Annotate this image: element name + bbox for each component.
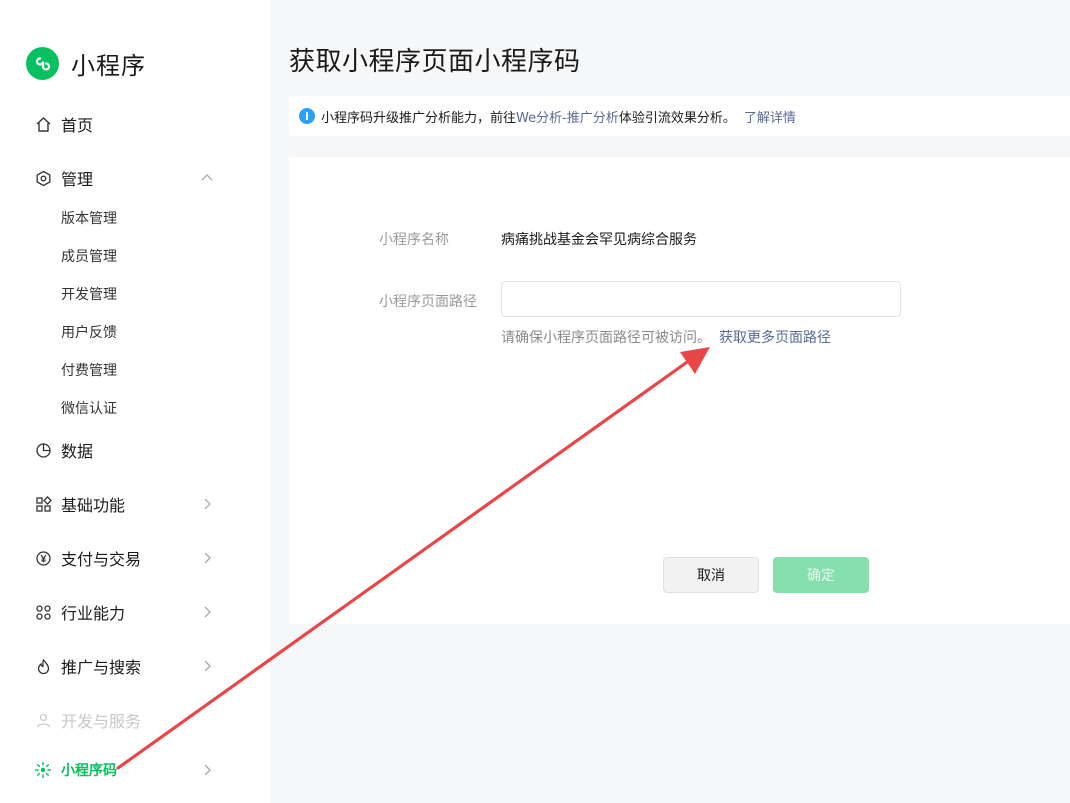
miniprogram-logo-icon bbox=[26, 47, 59, 80]
notice-text-after: 体验引流效果分析。 bbox=[618, 110, 736, 126]
chevron-right-icon bbox=[204, 552, 211, 564]
sidebar-item-label: 数据 bbox=[61, 442, 94, 461]
sidebar-item-label: 基础功能 bbox=[61, 496, 126, 515]
sidebar-subitem-feedback[interactable]: 用户反馈 bbox=[61, 323, 117, 343]
sidebar-item-home[interactable]: 首页 bbox=[34, 110, 214, 138]
name-label: 小程序名称 bbox=[379, 232, 449, 248]
sidebar-item-label: 小程序码 bbox=[61, 763, 117, 779]
sidebar-item-dev-services[interactable]: 开发与服务 bbox=[34, 706, 214, 734]
sidebar-item-basic-features[interactable]: 基础功能 bbox=[34, 490, 214, 518]
sidebar-item-data[interactable]: 数据 bbox=[34, 436, 214, 464]
notice-banner: i 小程序码升级推广分析能力，前往We分析-推广分析体验引流效果分析。 了解详情 bbox=[289, 96, 1070, 136]
yen-coin-icon bbox=[34, 549, 52, 567]
home-icon bbox=[34, 115, 52, 133]
we-analysis-link[interactable]: We分析-推广分析 bbox=[516, 111, 619, 126]
user-icon bbox=[34, 711, 52, 729]
pie-chart-icon bbox=[34, 441, 52, 459]
sidebar-subitem-development[interactable]: 开发管理 bbox=[61, 285, 117, 305]
sidebar-item-label: 推广与搜索 bbox=[61, 658, 142, 677]
sidebar-item-label: 支付与交易 bbox=[61, 550, 142, 569]
sidebar-subitem-members[interactable]: 成员管理 bbox=[61, 247, 117, 267]
path-hint-text: 请确保小程序页面路径可被访问。 bbox=[501, 330, 711, 346]
name-value: 病痛挑战基金会罕见病综合服务 bbox=[501, 232, 697, 248]
cancel-button[interactable]: 取消 bbox=[663, 557, 759, 593]
chevron-right-icon bbox=[204, 660, 211, 672]
brand-title: 小程序 bbox=[71, 52, 146, 80]
sidebar-item-label: 首页 bbox=[61, 116, 94, 135]
sidebar-item-manage[interactable]: 管理 bbox=[34, 164, 214, 192]
confirm-button[interactable]: 确定 bbox=[773, 557, 869, 593]
sidebar: 小程序 首页 管理 版本管理 成员管理 开发管理 用户反馈 付费管理 微信认证 … bbox=[0, 0, 270, 803]
get-more-paths-link[interactable]: 获取更多页面路径 bbox=[719, 330, 831, 346]
sidebar-item-miniprogram-code[interactable]: 小程序码 bbox=[34, 756, 214, 784]
flame-icon bbox=[34, 657, 52, 675]
learn-more-link[interactable]: 了解详情 bbox=[744, 107, 796, 126]
chevron-right-icon bbox=[204, 606, 211, 618]
chevron-right-icon bbox=[204, 498, 211, 510]
sidebar-item-label: 管理 bbox=[61, 170, 94, 189]
sidebar-item-payment[interactable]: 支付与交易 bbox=[34, 544, 214, 572]
notice-text: 小程序码升级推广分析能力，前往We分析-推广分析体验引流效果分析。 bbox=[321, 107, 736, 126]
sidebar-item-promotion[interactable]: 推广与搜索 bbox=[34, 652, 214, 680]
info-icon: i bbox=[299, 108, 315, 124]
form-panel: 小程序名称 病痛挑战基金会罕见病综合服务 小程序页面路径 请确保小程序页面路径可… bbox=[289, 157, 1070, 624]
page-path-input[interactable] bbox=[501, 281, 901, 317]
chevron-right-icon bbox=[204, 764, 211, 776]
sidebar-subitem-billing[interactable]: 付费管理 bbox=[61, 361, 117, 381]
miniprogram-code-icon bbox=[34, 761, 52, 779]
brand[interactable]: 小程序 bbox=[26, 46, 146, 81]
sidebar-item-label: 行业能力 bbox=[61, 604, 126, 623]
sidebar-subitem-version[interactable]: 版本管理 bbox=[61, 209, 117, 229]
sidebar-item-label: 开发与服务 bbox=[61, 712, 142, 731]
notice-text-before: 小程序码升级推广分析能力，前往 bbox=[321, 110, 517, 126]
grid-apps-icon bbox=[34, 495, 52, 513]
sidebar-subitem-verification[interactable]: 微信认证 bbox=[61, 399, 117, 419]
hexagon-settings-icon bbox=[34, 169, 52, 187]
path-label: 小程序页面路径 bbox=[379, 294, 477, 310]
industry-nodes-icon bbox=[34, 603, 52, 621]
path-hint: 请确保小程序页面路径可被访问。 获取更多页面路径 bbox=[501, 327, 831, 347]
chevron-up-icon bbox=[201, 174, 213, 181]
sidebar-item-industry[interactable]: 行业能力 bbox=[34, 598, 214, 626]
page-title: 获取小程序页面小程序码 bbox=[289, 47, 581, 77]
